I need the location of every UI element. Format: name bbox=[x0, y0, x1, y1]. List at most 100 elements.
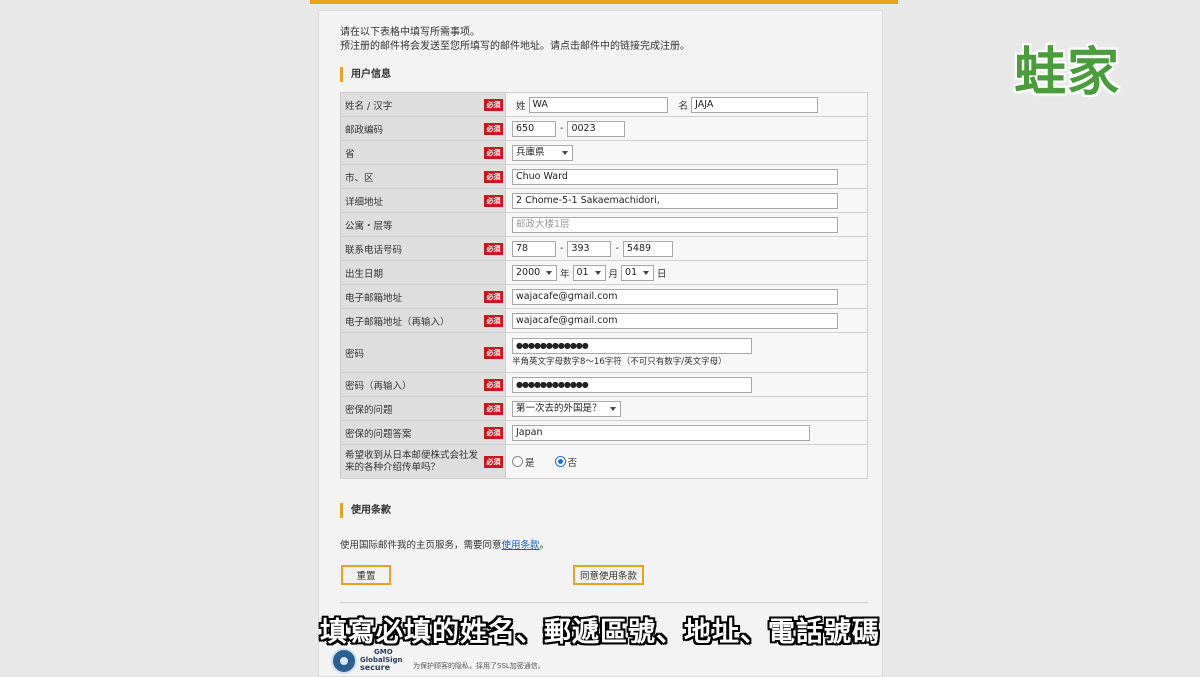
postal-separator: - bbox=[560, 123, 564, 134]
birth-month-unit: 月 bbox=[608, 268, 619, 280]
row-name: 姓名 / 汉字 必須 姓 WA 名 JAJA bbox=[340, 92, 868, 117]
phone-part3[interactable]: 5489 bbox=[622, 240, 673, 257]
building-value-cell: 邮政大楼1层 bbox=[505, 212, 868, 237]
password-label-cell: 密码 必須 bbox=[340, 332, 506, 373]
birth-month-select[interactable]: 01 bbox=[572, 264, 606, 281]
section-title-terms: 使用条款 bbox=[340, 503, 391, 518]
address-input[interactable]: 2 Chome-5-1 Sakaemachidori, bbox=[512, 192, 838, 209]
email-input[interactable]: wajacafe@gmail.com bbox=[512, 288, 838, 305]
newsletter-no-label: 否 bbox=[567, 457, 578, 469]
name-value-cell: 姓 WA 名 JAJA bbox=[505, 92, 868, 117]
agree-terms-button[interactable]: 同意使用条款 bbox=[573, 565, 644, 585]
address-label: 详细地址 bbox=[345, 196, 384, 208]
postal-label: 邮政编码 bbox=[345, 124, 384, 136]
seal-line-3: secure bbox=[360, 663, 390, 672]
city-label-cell: 市、区 必須 bbox=[340, 164, 506, 189]
prefecture-value-cell: 兵庫県 bbox=[505, 140, 868, 165]
birth-label-cell: 出生日期 bbox=[340, 260, 506, 285]
terms-sentence: 使用国际邮件我的主页服务，需要同意 bbox=[340, 540, 502, 551]
ssl-note: 为保护顾客的隐私，採用了SSL加密通信。 bbox=[413, 662, 545, 670]
security-answer-label: 密保的问题答案 bbox=[345, 428, 412, 440]
newsletter-yes-radio[interactable] bbox=[512, 456, 523, 467]
terms-link[interactable]: 使用条款 bbox=[502, 540, 540, 551]
row-phone: 联系电话号码 必須 78-393-5489 bbox=[340, 236, 868, 261]
terms-text: 使用国际邮件我的主页服务，需要同意使用条款。 bbox=[340, 537, 549, 551]
password-confirm-value-cell: ●●●●●●●●●●●● bbox=[505, 372, 868, 397]
intro-line-2: 预注册的邮件将会发送至您所填写的邮件地址。请点击邮件中的链接完成注册。 bbox=[340, 41, 690, 52]
security-answer-input[interactable]: Japan bbox=[512, 424, 810, 441]
name-label: 姓名 / 汉字 bbox=[345, 100, 393, 112]
row-email-confirm: 电子邮箱地址（再输入） 必須 wajacafe@gmail.com bbox=[340, 308, 868, 333]
address-value-cell: 2 Chome-5-1 Sakaemachidori, bbox=[505, 188, 868, 213]
birth-year-select[interactable]: 2000 bbox=[512, 264, 557, 281]
channel-logo: 蛙家 bbox=[1014, 43, 1121, 103]
phone-label: 联系电话号码 bbox=[345, 244, 403, 256]
seal-text: GMO GlobalSign secure bbox=[360, 648, 403, 672]
phone-part1[interactable]: 78 bbox=[512, 240, 556, 257]
phone-part2[interactable]: 393 bbox=[567, 240, 612, 257]
required-badge: 必須 bbox=[484, 194, 503, 207]
email-confirm-label-cell: 电子邮箱地址（再输入） 必須 bbox=[340, 308, 506, 333]
prefecture-label: 省 bbox=[345, 148, 355, 160]
required-badge: 必須 bbox=[484, 314, 503, 327]
prefecture-label-cell: 省 必須 bbox=[340, 140, 506, 165]
newsletter-no-radio[interactable] bbox=[554, 456, 566, 467]
first-name-input[interactable]: JAJA bbox=[691, 96, 819, 113]
video-subtitle: 填寫必填的姓名、郵遞區號、地址、電話號碼 bbox=[320, 617, 880, 648]
password-confirm-input[interactable]: ●●●●●●●●●●●● bbox=[512, 376, 752, 393]
row-newsletter: 希望收到从日本邮便株式会社发来的各种介绍传单吗？ 必須 是 否 bbox=[340, 444, 868, 479]
row-password: 密码 必須 ●●●●●●●●●●●● 半角英文字母数字8～16字符（不可只有数字/… bbox=[340, 332, 868, 373]
birth-label: 出生日期 bbox=[345, 268, 384, 280]
reset-button[interactable]: 重置 bbox=[341, 565, 391, 585]
name-label-cell: 姓名 / 汉字 必須 bbox=[340, 92, 506, 117]
seal-line-1: GMO bbox=[374, 648, 393, 656]
required-badge: 必須 bbox=[484, 290, 503, 303]
row-city: 市、区 必須 Chuo Ward bbox=[340, 164, 868, 189]
building-label: 公寓・层等 bbox=[345, 220, 393, 232]
security-question-label-cell: 密保的问题 必須 bbox=[340, 396, 506, 421]
email-confirm-value-cell: wajacafe@gmail.com bbox=[505, 308, 868, 333]
row-security-question: 密保的问题 必須 第一次去的外国是？ bbox=[340, 396, 868, 421]
required-badge: 必須 bbox=[484, 98, 503, 111]
newsletter-label: 希望收到从日本邮便株式会社发来的各种介绍传单吗？ bbox=[345, 449, 479, 473]
phone-separator-1: - bbox=[560, 243, 564, 254]
row-building: 公寓・层等 邮政大楼1层 bbox=[340, 212, 868, 237]
postal-value-cell: 650-0023 bbox=[505, 116, 868, 141]
security-question-select[interactable]: 第一次去的外国是？ bbox=[512, 400, 621, 417]
postal-code-part1[interactable]: 650 bbox=[512, 120, 556, 137]
row-prefecture: 省 必須 兵庫県 bbox=[340, 140, 868, 165]
row-address: 详细地址 必須 2 Chome-5-1 Sakaemachidori, bbox=[340, 188, 868, 213]
birth-day-select[interactable]: 01 bbox=[621, 264, 655, 281]
city-value-cell: Chuo Ward bbox=[505, 164, 868, 189]
required-badge: 必須 bbox=[484, 455, 503, 468]
security-answer-value-cell: Japan bbox=[505, 420, 868, 445]
building-input[interactable]: 邮政大楼1层 bbox=[512, 216, 838, 233]
row-birth: 出生日期 2000 年 01 月 01 日 bbox=[340, 260, 868, 285]
building-label-cell: 公寓・层等 bbox=[340, 212, 506, 237]
password-value-cell: ●●●●●●●●●●●● 半角英文字母数字8～16字符（不可只有数字/英文字母） bbox=[505, 332, 868, 373]
prefecture-select[interactable]: 兵庫県 bbox=[512, 144, 573, 161]
phone-label-cell: 联系电话号码 必須 bbox=[340, 236, 506, 261]
terms-end: 。 bbox=[539, 540, 550, 551]
row-email: 电子邮箱地址 必須 wajacafe@gmail.com bbox=[340, 284, 868, 309]
last-name-prefix: 姓 bbox=[516, 100, 526, 112]
city-input[interactable]: Chuo Ward bbox=[512, 168, 838, 185]
email-label: 电子邮箱地址 bbox=[345, 292, 403, 304]
required-badge: 必須 bbox=[484, 170, 503, 183]
required-badge: 必須 bbox=[484, 426, 503, 439]
globalsign-seal-icon bbox=[331, 648, 357, 674]
birth-year-unit: 年 bbox=[560, 268, 570, 280]
intro-text: 请在以下表格中填写所需事项。 预注册的邮件将会发送至您所填写的邮件地址。请点击邮… bbox=[340, 26, 690, 54]
last-name-input[interactable]: WA bbox=[528, 96, 668, 113]
newsletter-yes-label: 是 bbox=[525, 457, 535, 469]
required-badge: 必須 bbox=[484, 122, 503, 135]
required-badge: 必須 bbox=[484, 378, 503, 391]
password-input[interactable]: ●●●●●●●●●●●● bbox=[512, 338, 752, 354]
security-question-value-cell: 第一次去的外国是？ bbox=[505, 396, 868, 421]
newsletter-value-cell: 是 否 bbox=[505, 444, 868, 479]
password-hint: 半角英文字母数字8～16字符（不可只有数字/英文字母） bbox=[512, 357, 727, 367]
email-confirm-label: 电子邮箱地址（再输入） bbox=[345, 316, 450, 328]
postal-code-part2[interactable]: 0023 bbox=[567, 120, 626, 137]
newsletter-label-cell: 希望收到从日本邮便株式会社发来的各种介绍传单吗？ 必須 bbox=[340, 444, 506, 479]
email-confirm-input[interactable]: wajacafe@gmail.com bbox=[512, 312, 838, 329]
